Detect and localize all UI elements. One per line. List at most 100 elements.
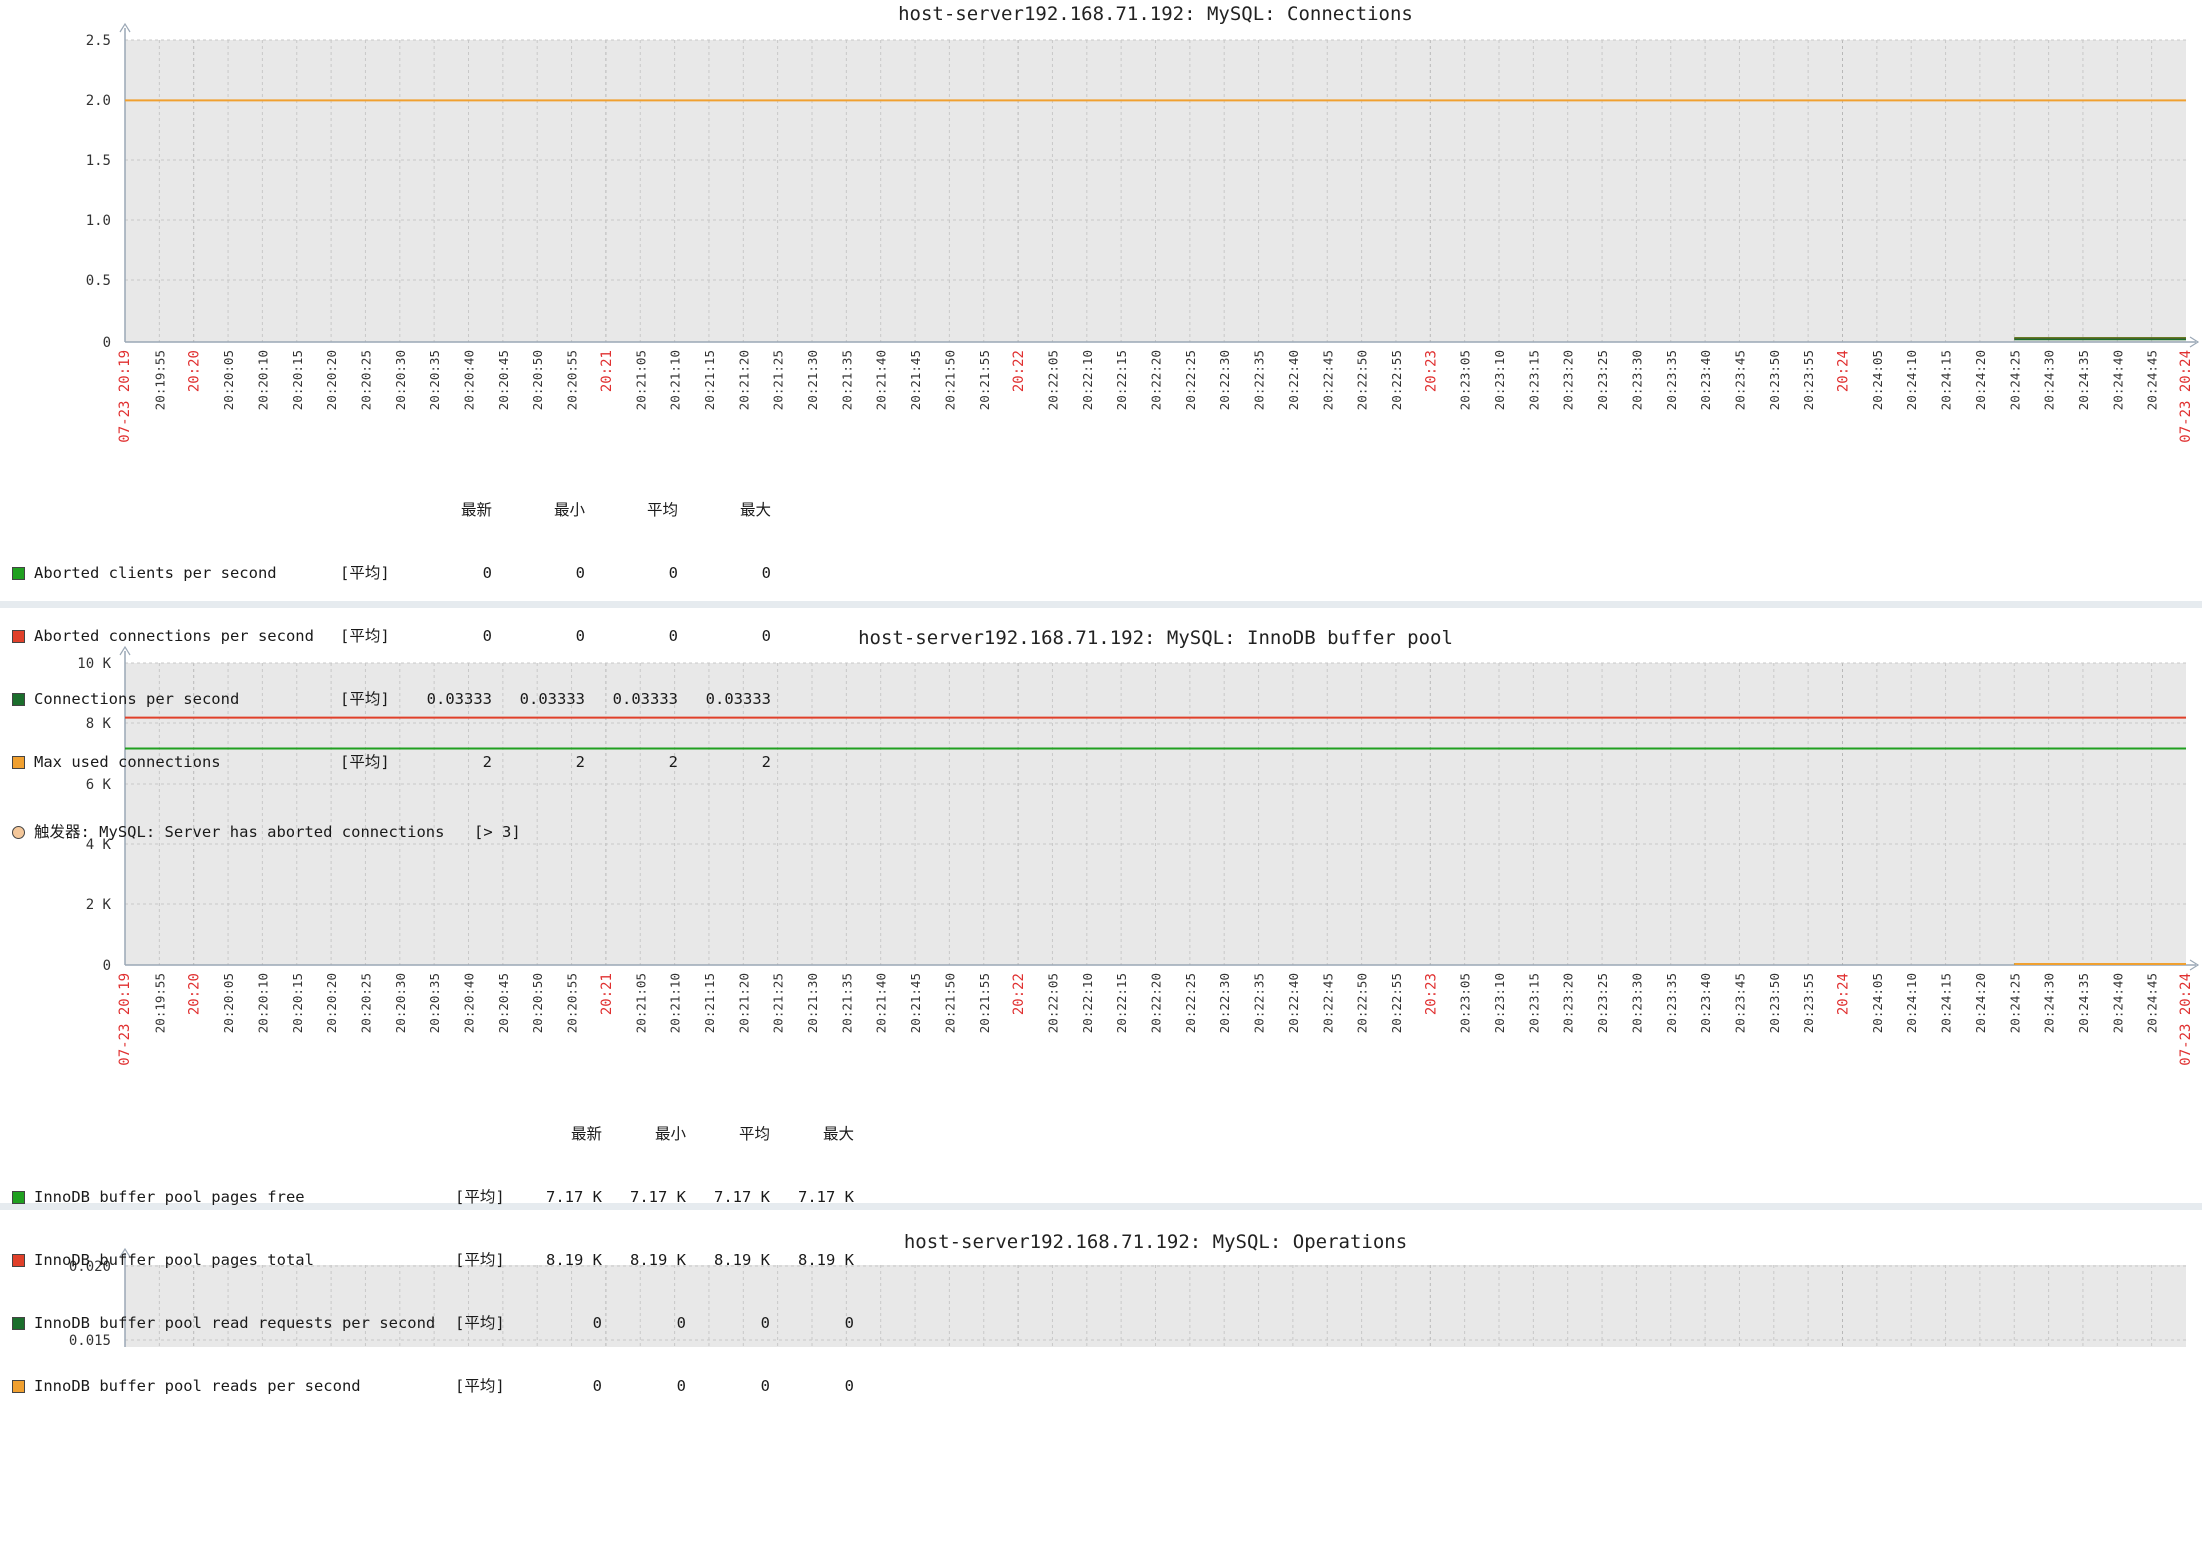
header-avg: 平均 bbox=[738, 1125, 770, 1143]
x-tick-label: 20:20:25 bbox=[358, 973, 373, 1033]
trigger-label: 触发器: MySQL: Server has aborted connectio… bbox=[34, 823, 445, 841]
x-tick-label: 20:24:25 bbox=[2007, 350, 2022, 410]
legend-swatch bbox=[12, 1380, 25, 1393]
value-min: 0 bbox=[676, 1377, 686, 1395]
x-tick-label: 20:20:50 bbox=[530, 350, 545, 410]
x-tick-label: 20:20 bbox=[187, 350, 203, 392]
x-tick-label: 20:23:35 bbox=[1664, 350, 1679, 410]
x-tick-label: 20:23:55 bbox=[1801, 973, 1816, 1033]
value-max: 8.19 K bbox=[798, 1251, 854, 1269]
x-tick-label: 20:20:20 bbox=[324, 973, 339, 1033]
chart-title: host-server192.168.71.192: MySQL: InnoDB… bbox=[858, 627, 1453, 649]
value-last: 0 bbox=[592, 1377, 602, 1395]
legend-connections: 最新 最小 平均 最大 Aborted clients per second [… bbox=[12, 458, 812, 841]
value-min: 0.03333 bbox=[519, 690, 585, 708]
x-tick-label: 20:22:30 bbox=[1217, 350, 1232, 410]
chart-1: host-server192.168.71.192: MySQL: Connec… bbox=[86, 3, 2200, 443]
x-tick-label: 20:22:45 bbox=[1320, 973, 1335, 1033]
value-max: 0 bbox=[844, 1314, 854, 1332]
x-tick-label: 20:24 bbox=[1836, 973, 1852, 1015]
x-tick-label: 20:22:20 bbox=[1149, 973, 1164, 1033]
legend-swatch bbox=[12, 756, 25, 769]
value-last: 0.03333 bbox=[426, 690, 492, 708]
x-tick-label: 20:22:15 bbox=[1114, 350, 1129, 410]
trigger-row: 触发器: MySQL: Server has aborted connectio… bbox=[12, 822, 812, 843]
x-tick-label: 20:23:50 bbox=[1767, 973, 1782, 1033]
x-tick-label: 20:22:35 bbox=[1252, 973, 1267, 1033]
value-avg: 2 bbox=[668, 753, 678, 771]
x-tick-label: 20:23:15 bbox=[1526, 350, 1541, 410]
series-func: [平均] bbox=[455, 1188, 505, 1206]
x-tick-label: 20:21:55 bbox=[977, 350, 992, 410]
x-tick-label: 20:21:45 bbox=[908, 350, 923, 410]
x-tick-label: 20:20:05 bbox=[221, 350, 236, 410]
x-tick-label: 20:20:25 bbox=[358, 350, 373, 410]
x-tick-label: 20:23:20 bbox=[1561, 350, 1576, 410]
value-last: 8.19 K bbox=[546, 1251, 602, 1269]
value-min: 0 bbox=[575, 564, 585, 582]
x-tick-label: 20:23 bbox=[1423, 350, 1439, 392]
series-name: Max used connections bbox=[34, 753, 221, 771]
x-tick-label: 20:23:05 bbox=[1458, 350, 1473, 410]
header-last: 最新 bbox=[460, 501, 492, 519]
graph-page: host-server192.168.71.192: MySQL: Connec… bbox=[0, 0, 2202, 1395]
x-tick-label: 20:23:40 bbox=[1698, 350, 1713, 410]
legend-swatch bbox=[12, 1191, 25, 1204]
x-tick-label: 20:20:35 bbox=[427, 973, 442, 1033]
x-tick-label: 20:21:40 bbox=[874, 973, 889, 1033]
x-tick-label: 20:24:20 bbox=[1973, 973, 1988, 1033]
series-func: [平均] bbox=[455, 1377, 505, 1395]
x-tick-label: 20:22:10 bbox=[1080, 973, 1095, 1033]
x-tick-label: 20:20:55 bbox=[565, 350, 580, 410]
x-tick-label: 20:24:30 bbox=[2042, 350, 2057, 410]
legend-swatch bbox=[12, 567, 25, 580]
x-tick-label: 20:21 bbox=[599, 350, 615, 392]
x-tick-label: 20:20:45 bbox=[496, 973, 511, 1033]
value-min: 0 bbox=[676, 1314, 686, 1332]
y-tick-label: 0 bbox=[103, 958, 111, 974]
x-tick-label: 20:20:15 bbox=[290, 350, 305, 410]
series-func: [平均] bbox=[340, 627, 390, 645]
x-tick-label: 20:20:10 bbox=[255, 350, 270, 410]
series-name: Aborted clients per second bbox=[34, 564, 277, 582]
x-tick-label: 20:24:30 bbox=[2042, 973, 2057, 1033]
series-name: InnoDB buffer pool pages total bbox=[34, 1251, 314, 1269]
x-tick-label: 20:21:25 bbox=[771, 973, 786, 1033]
legend-row: InnoDB buffer pool read requests per sec… bbox=[12, 1313, 912, 1334]
value-min: 0 bbox=[575, 627, 585, 645]
x-tick-label: 20:21:20 bbox=[736, 973, 751, 1033]
legend-swatch bbox=[12, 630, 25, 643]
x-tick-label: 20:19:55 bbox=[152, 973, 167, 1033]
x-tick-label: 20:20:20 bbox=[324, 350, 339, 410]
trigger-icon bbox=[12, 826, 25, 839]
legend-header: 最新 最小 平均 最大 bbox=[12, 1124, 912, 1145]
series-func: [平均] bbox=[455, 1251, 505, 1269]
x-tick-label: 20:20:50 bbox=[530, 973, 545, 1033]
x-tick-label: 20:22:50 bbox=[1355, 973, 1370, 1033]
value-max: 7.17 K bbox=[798, 1188, 854, 1206]
x-tick-label: 20:20:40 bbox=[462, 350, 477, 410]
legend-swatch bbox=[12, 1254, 25, 1267]
x-tick-label: 20:24:35 bbox=[2076, 973, 2091, 1033]
value-last: 0 bbox=[592, 1314, 602, 1332]
x-tick-label: 20:22:05 bbox=[1045, 973, 1060, 1033]
x-tick-label: 20:24:15 bbox=[1939, 350, 1954, 410]
x-tick-label: 20:21:05 bbox=[633, 350, 648, 410]
value-min: 7.17 K bbox=[630, 1188, 686, 1206]
x-tick-label: 20:23:30 bbox=[1629, 973, 1644, 1033]
chart-title: host-server192.168.71.192: MySQL: Operat… bbox=[904, 1231, 1407, 1253]
header-min: 最小 bbox=[654, 1125, 686, 1143]
x-tick-label: 20:23:35 bbox=[1664, 973, 1679, 1033]
x-tick-label: 20:21:35 bbox=[839, 350, 854, 410]
x-tick-label: 20:24:20 bbox=[1973, 350, 1988, 410]
series-name: InnoDB buffer pool reads per second bbox=[34, 1377, 361, 1395]
series-func: [平均] bbox=[340, 564, 390, 582]
x-tick-label: 20:23:45 bbox=[1732, 350, 1747, 410]
legend-row: InnoDB buffer pool pages free [平均] 7.17 … bbox=[12, 1187, 912, 1208]
series-name: Connections per second bbox=[34, 690, 240, 708]
x-tick-label: 20:24:40 bbox=[2110, 973, 2125, 1033]
x-tick-label: 20:21:55 bbox=[977, 973, 992, 1033]
value-last: 0 bbox=[482, 627, 492, 645]
x-tick-label: 20:20:05 bbox=[221, 973, 236, 1033]
x-tick-label: 20:21 bbox=[599, 973, 615, 1015]
